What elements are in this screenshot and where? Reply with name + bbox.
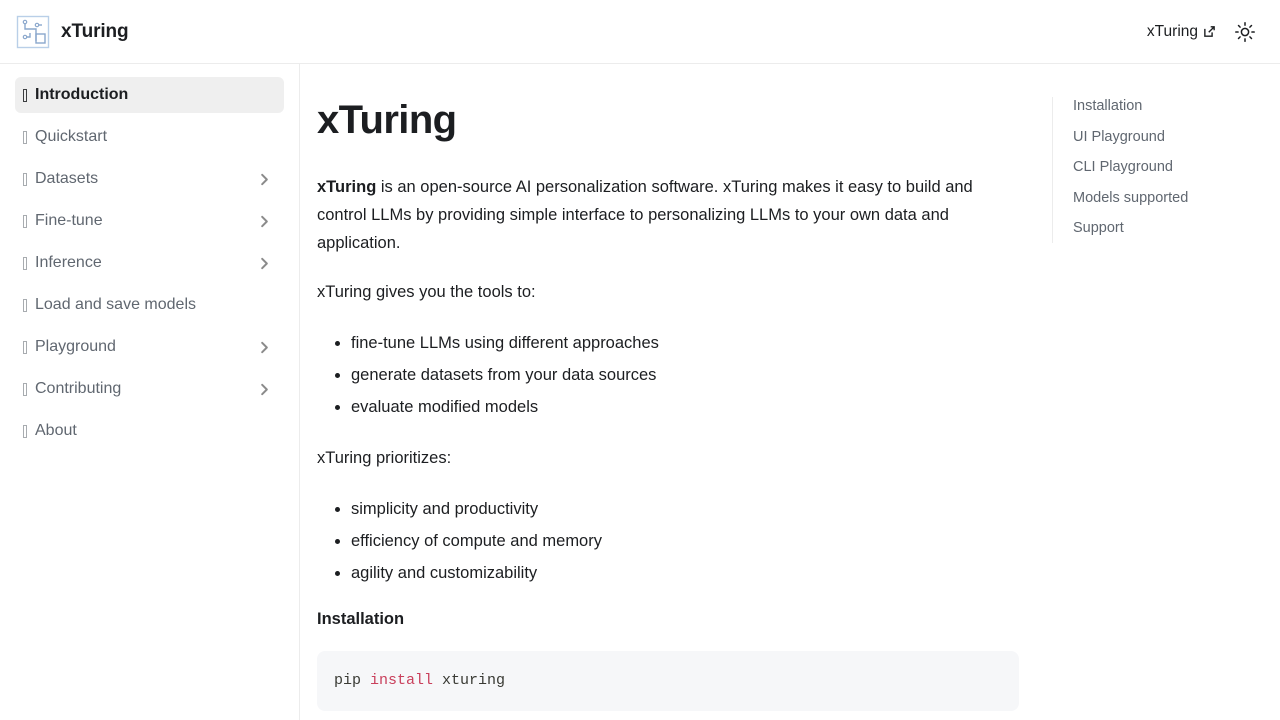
priorities-list: simplicity and productivityefficiency of… [317, 493, 1019, 589]
sidebar-item-label: Inference [35, 254, 102, 271]
main-content: xTuring xTuring is an open-source AI per… [300, 64, 1280, 720]
toc-list-item: CLI Playground [1073, 158, 1262, 176]
sidebar-item-label: About [35, 422, 77, 439]
sidebar-item-contributing[interactable]: Contributing [15, 371, 284, 407]
toc-link-ui-playground[interactable]: UI Playground [1073, 129, 1165, 145]
navbar-external-link-label: xTuring [1146, 22, 1198, 40]
table-of-contents: Installation UI Playground CLI Playground M… [1052, 97, 1262, 243]
toc-list-item: Support [1073, 219, 1262, 237]
brand-title: xTuring [61, 20, 129, 42]
sidebar-item-label: Introduction [35, 86, 129, 103]
sidebar-item-emoji-placeholder [23, 88, 27, 102]
doc-article: xTuring xTuring is an open-source AI per… [317, 64, 1019, 711]
sidebar-item-label: Fine-tune [35, 212, 103, 229]
docs-sidebar: Introduction Quickstart Datasets Fine-tune I… [0, 64, 300, 720]
list-item: agility and customizability [351, 557, 1019, 589]
intro-paragraph-text: is an open-source AI personalization sof… [317, 178, 973, 252]
toc-list-item: UI Playground [1073, 128, 1262, 146]
toc-list: Installation UI Playground CLI Playground M… [1073, 97, 1262, 237]
chevron-right-icon [261, 341, 268, 353]
code-keyword: install [370, 672, 434, 689]
tools-lead-text: xTuring gives you the tools to: [317, 283, 536, 301]
sidebar-item-emoji-placeholder [23, 172, 27, 186]
sidebar-item-label: Quickstart [35, 128, 108, 145]
chevron-right-icon [261, 383, 268, 395]
sidebar-item-introduction[interactable]: Introduction [15, 77, 284, 113]
sidebar-item-datasets[interactable]: Datasets [15, 161, 284, 197]
external-link-icon [1204, 26, 1215, 37]
sidebar-item-load-and-save-models[interactable]: Load and save models [15, 287, 284, 323]
installation-heading: Installation [317, 610, 405, 628]
list-item: simplicity and productivity [351, 493, 1019, 525]
list-item: generate datasets from your data sources [351, 359, 1019, 391]
list-item: efficiency of compute and memory [351, 525, 1019, 557]
navbar-external-link[interactable]: xTuring [1147, 23, 1216, 41]
toc-list-item: Models supported [1073, 189, 1262, 207]
sidebar-item-playground[interactable]: Playground [15, 329, 284, 365]
sidebar-item-emoji-placeholder [23, 256, 27, 270]
sidebar-item-about[interactable]: About [15, 413, 284, 449]
sidebar-item-label: Contributing [35, 380, 122, 397]
chevron-right-icon [261, 215, 268, 227]
sidebar-item-emoji-placeholder [23, 298, 27, 312]
brand-home-link[interactable]: xTuring [16, 15, 129, 49]
tools-list: fine-tune LLMs using different approache… [317, 327, 1019, 423]
top-navbar: xTuring xTuring [0, 0, 1280, 64]
chevron-right-icon [261, 173, 268, 185]
code-command-prefix: pip [334, 672, 371, 689]
xturing-circuit-logo [16, 15, 50, 48]
install-code-block[interactable]: pip install xturing [317, 651, 1019, 711]
sidebar-item-emoji-placeholder [23, 130, 27, 144]
intro-paragraph: xTuring is an open-source AI personaliza… [317, 173, 1019, 257]
sidebar-item-inference[interactable]: Inference [15, 245, 284, 281]
toc-link-support[interactable]: Support [1073, 220, 1124, 236]
sidebar-item-label: Datasets [35, 170, 99, 187]
page-title: xTuring [317, 98, 457, 142]
sidebar-item-emoji-placeholder [23, 340, 27, 354]
intro-bold-term: xTuring [317, 178, 377, 196]
navbar-right-group: xTuring [1147, 17, 1260, 47]
priorities-lead-text: xTuring prioritizes: [317, 449, 452, 467]
sidebar-item-quickstart[interactable]: Quickstart [15, 119, 284, 155]
toc-list-item: Installation [1073, 97, 1262, 115]
sidebar-item-label: Playground [35, 338, 116, 355]
sidebar-item-emoji-placeholder [23, 424, 27, 438]
toc-link-installation[interactable]: Installation [1073, 98, 1142, 114]
code-package-name: xturing [433, 672, 506, 689]
sidebar-menu: Introduction Quickstart Datasets Fine-tune I… [0, 77, 299, 449]
sun-icon [1235, 21, 1255, 42]
toc-link-models-supported[interactable]: Models supported [1073, 190, 1188, 206]
sidebar-item-emoji-placeholder [23, 214, 27, 228]
sidebar-item-label: Load and save models [35, 296, 196, 313]
sidebar-item-emoji-placeholder [23, 382, 27, 396]
list-item: evaluate modified models [351, 391, 1019, 423]
theme-toggle-button[interactable] [1230, 17, 1260, 47]
chevron-right-icon [261, 257, 268, 269]
toc-link-cli-playground[interactable]: CLI Playground [1073, 159, 1173, 175]
list-item: fine-tune LLMs using different approache… [351, 327, 1019, 359]
sidebar-item-fine-tune[interactable]: Fine-tune [15, 203, 284, 239]
